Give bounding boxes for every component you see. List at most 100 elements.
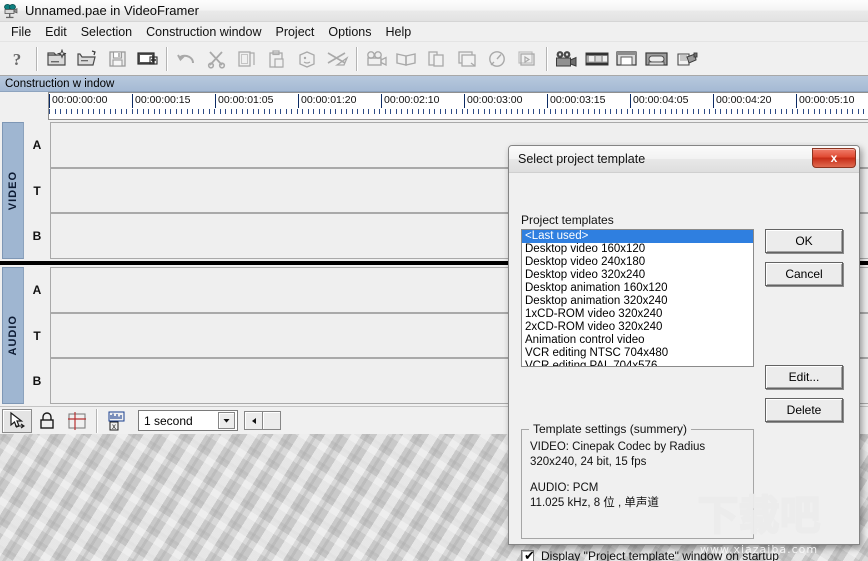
grid-snap-icon[interactable] bbox=[62, 409, 92, 433]
edit-button[interactable]: Edit... bbox=[765, 365, 843, 389]
ruler-minor-tick bbox=[110, 109, 111, 114]
menu-item-construction-window[interactable]: Construction window bbox=[139, 24, 268, 40]
menu-bar: File Edit Selection Construction window … bbox=[0, 22, 868, 42]
audio-band: AUDIO bbox=[2, 267, 24, 404]
ruler-minor-tick bbox=[357, 109, 358, 114]
ruler-minor-tick bbox=[214, 109, 215, 114]
ruler-minor-tick bbox=[192, 109, 193, 114]
ruler-minor-tick bbox=[786, 109, 787, 114]
ruler-minor-tick bbox=[198, 109, 199, 114]
menu-item-options[interactable]: Options bbox=[321, 24, 378, 40]
ruler-minor-tick bbox=[121, 109, 122, 114]
timeline-zoom-value: 1 second bbox=[144, 413, 193, 428]
dialog-body: Project templates <Last used> Desktop vid… bbox=[509, 173, 859, 561]
ruler-minor-tick bbox=[302, 109, 303, 114]
ruler-minor-tick bbox=[225, 109, 226, 114]
ruler-minor-tick bbox=[522, 109, 523, 114]
cancel-button[interactable]: Cancel bbox=[765, 262, 843, 286]
stack-frames-icon bbox=[512, 44, 542, 74]
ruler-minor-tick bbox=[275, 109, 276, 114]
ruler-minor-tick bbox=[638, 109, 639, 114]
ruler-minor-tick bbox=[209, 109, 210, 114]
duplicate-pages-icon bbox=[422, 44, 452, 74]
ruler-minor-tick bbox=[720, 109, 721, 114]
chevron-down-icon[interactable] bbox=[218, 412, 235, 429]
ruler-minor-tick bbox=[632, 109, 633, 114]
ok-button[interactable]: OK bbox=[765, 229, 843, 253]
menu-item-selection[interactable]: Selection bbox=[74, 24, 139, 40]
template-list-item[interactable]: 1xCD-ROM video 320x240 bbox=[522, 308, 753, 321]
template-settings-summary-title: Template settings (summery) bbox=[529, 422, 692, 436]
lock-icon[interactable] bbox=[32, 409, 62, 433]
ruler-minor-tick bbox=[60, 109, 61, 114]
project-templates-list[interactable]: <Last used> Desktop video 160x120 Desktop … bbox=[521, 229, 754, 367]
movie-camera-filled-icon[interactable] bbox=[552, 44, 582, 74]
ruler-minor-tick bbox=[588, 109, 589, 114]
startup-checkbox[interactable]: ✔ bbox=[521, 549, 535, 561]
crop-box-icon bbox=[292, 44, 322, 74]
project-templates-label: Project templates bbox=[521, 213, 614, 227]
scrollbar-track[interactable] bbox=[262, 411, 281, 430]
ruler-minor-tick bbox=[858, 109, 859, 114]
waveform-scale-icon[interactable]: x bbox=[102, 409, 132, 433]
template-list-item[interactable]: Desktop animation 320x240 bbox=[522, 295, 753, 308]
film-strip-icon[interactable] bbox=[582, 44, 612, 74]
ruler-minor-tick bbox=[385, 109, 386, 114]
template-list-item[interactable]: Animation control video bbox=[522, 334, 753, 347]
ruler-minor-tick bbox=[660, 109, 661, 114]
menu-item-file[interactable]: File bbox=[4, 24, 38, 40]
ruler-minor-tick bbox=[181, 109, 182, 114]
ruler-minor-tick bbox=[390, 109, 391, 114]
menu-item-edit[interactable]: Edit bbox=[38, 24, 74, 40]
preview-window-icon[interactable] bbox=[612, 44, 642, 74]
ruler-minor-tick bbox=[566, 109, 567, 114]
transition-frames-icon bbox=[452, 44, 482, 74]
template-list-item[interactable]: Desktop video 240x180 bbox=[522, 256, 753, 269]
template-list-item[interactable]: VCR editing PAL 704x576 bbox=[522, 360, 753, 366]
menu-item-project[interactable]: Project bbox=[268, 24, 321, 40]
ruler-minor-tick bbox=[495, 109, 496, 114]
add-media-icon[interactable] bbox=[132, 44, 162, 74]
selection-arrow-icon[interactable] bbox=[2, 408, 32, 433]
timeline-zoom-combo[interactable]: 1 second bbox=[138, 410, 238, 431]
template-list-item[interactable]: <Last used> bbox=[522, 230, 753, 243]
ruler-minor-tick bbox=[742, 109, 743, 114]
ruler-minor-tick bbox=[346, 109, 347, 114]
help-question-icon[interactable]: ? bbox=[2, 44, 32, 74]
timeline-ruler-row: 00:00:00:00 00:00:00:15 00:00:01:05 00:00:0… bbox=[0, 92, 868, 120]
ruler-minor-tick bbox=[313, 109, 314, 114]
delete-button[interactable]: Delete bbox=[765, 398, 843, 422]
open-folder-icon[interactable] bbox=[72, 44, 102, 74]
startup-checkbox-row[interactable]: ✔ Display "Project template" window on s… bbox=[521, 549, 779, 561]
close-x-icon[interactable]: x bbox=[812, 148, 856, 168]
template-list-item[interactable]: 2xCD-ROM video 320x240 bbox=[522, 321, 753, 334]
vcr-tape-icon[interactable] bbox=[642, 44, 672, 74]
ruler-minor-tick bbox=[682, 109, 683, 114]
template-list-item[interactable]: Desktop animation 160x120 bbox=[522, 282, 753, 295]
export-hand-icon[interactable] bbox=[672, 44, 702, 74]
caret-left-icon[interactable] bbox=[244, 411, 263, 430]
ruler-minor-tick bbox=[280, 109, 281, 114]
video-band: VIDEO bbox=[2, 122, 24, 259]
ruler-minor-tick bbox=[533, 109, 534, 114]
ruler-minor-tick bbox=[324, 109, 325, 114]
ruler-minor-tick bbox=[693, 109, 694, 114]
ruler-timecode-label: 00:00:04:05 bbox=[633, 94, 689, 106]
ruler-minor-tick bbox=[528, 109, 529, 114]
ruler-minor-tick bbox=[71, 109, 72, 114]
timeline-ruler[interactable]: 00:00:00:00 00:00:00:15 00:00:01:05 00:00:0… bbox=[48, 92, 868, 120]
template-list-item[interactable]: Desktop video 160x120 bbox=[522, 243, 753, 256]
ruler-minor-tick bbox=[506, 109, 507, 114]
new-project-folder-icon[interactable] bbox=[42, 44, 72, 74]
ruler-minor-tick bbox=[671, 109, 672, 114]
template-list-item[interactable]: VCR editing NTSC 704x480 bbox=[522, 347, 753, 360]
summary-spacer bbox=[530, 470, 745, 481]
open-book-icon bbox=[392, 44, 422, 74]
template-list-item[interactable]: Desktop video 320x240 bbox=[522, 269, 753, 282]
dialog-title: Select project template bbox=[518, 152, 646, 166]
menu-item-help[interactable]: Help bbox=[378, 24, 418, 40]
ruler-minor-tick bbox=[555, 109, 556, 114]
ruler-minor-tick bbox=[434, 109, 435, 114]
timeline-scrollbar[interactable] bbox=[244, 411, 281, 430]
ruler-minor-tick bbox=[308, 109, 309, 114]
